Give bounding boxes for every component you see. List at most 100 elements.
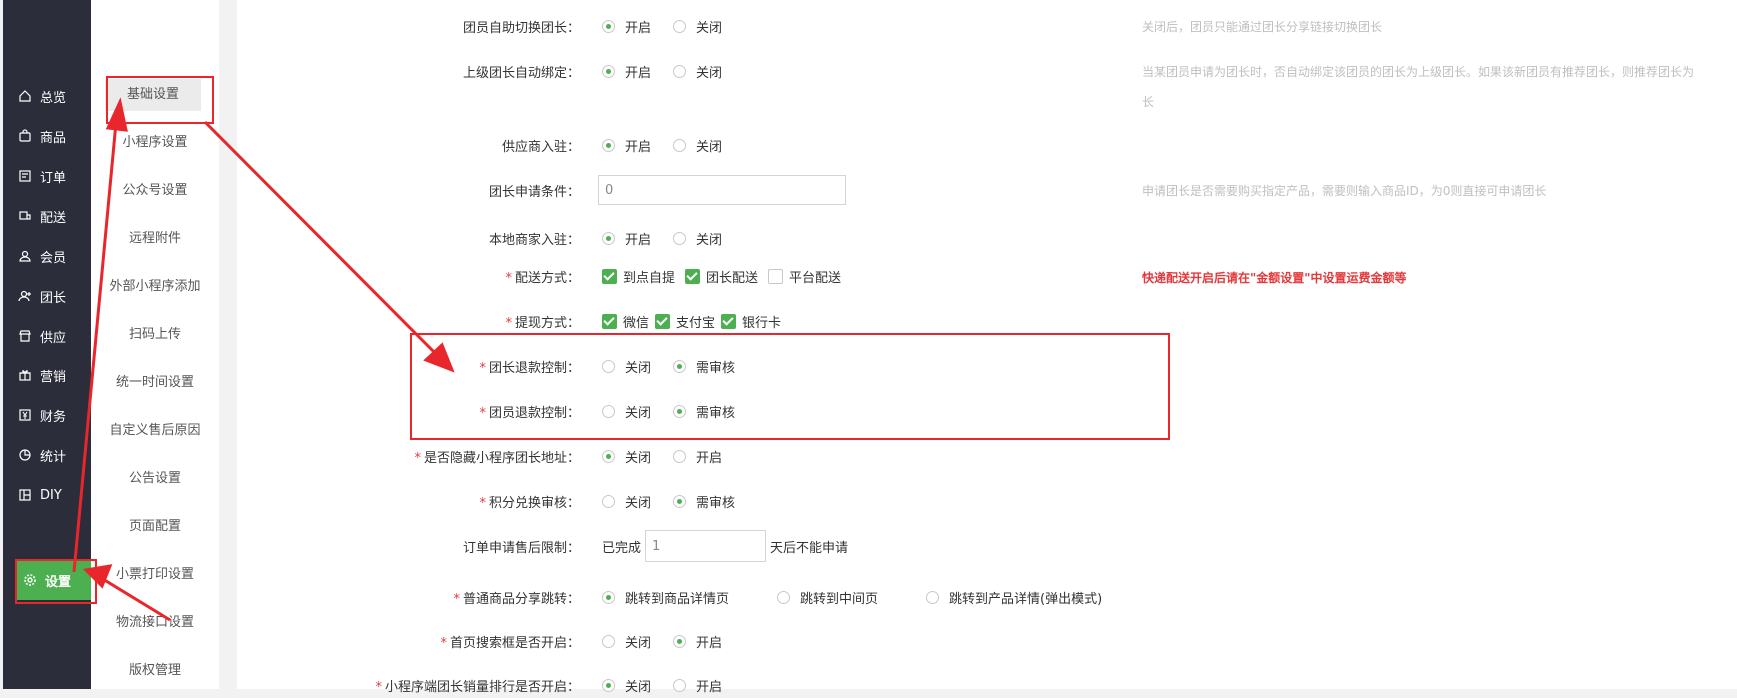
radio-on[interactable] — [602, 64, 615, 78]
nav-item-members[interactable]: 会员 — [18, 244, 66, 268]
nav-item-marketing[interactable]: 营销 — [18, 363, 66, 387]
radio-off[interactable] — [673, 231, 687, 245]
radio-on[interactable] — [602, 19, 615, 33]
subnav-scan-upload[interactable]: 扫码上传 — [91, 325, 219, 345]
subnav-time-settings[interactable]: 统一时间设置 — [91, 373, 219, 393]
radio-group: 开启 关闭 — [602, 229, 744, 248]
checkbox-unchecked[interactable] — [768, 268, 784, 284]
input-wrap: 已完成 天后不能申请 — [602, 530, 848, 562]
radio-on[interactable] — [673, 634, 687, 648]
subnav-remote-attachment[interactable]: 远程附件 — [91, 229, 219, 249]
label-text: 配送方式： — [514, 270, 580, 286]
radio-on[interactable] — [602, 590, 615, 604]
nav-label: 财务 — [40, 409, 67, 425]
checkbox-label: 团长配送 — [706, 270, 759, 286]
checkbox-checked[interactable] — [602, 313, 617, 329]
subnav-logistics-api[interactable]: 物流接口设置 — [91, 613, 219, 633]
pie-chart-icon — [18, 448, 32, 462]
checkbox-checked[interactable] — [655, 313, 671, 329]
radio-label: 开启 — [696, 679, 723, 695]
nav-label: 供应 — [40, 330, 67, 346]
radio-on[interactable] — [673, 494, 687, 508]
store-icon — [18, 329, 32, 343]
leader-icon — [18, 289, 32, 303]
radio-off[interactable] — [777, 590, 791, 604]
label-text: 首页搜索框是否开启： — [449, 635, 580, 651]
radio-label: 关闭 — [696, 20, 723, 36]
field-label: * 首页搜索框是否开启： — [237, 632, 580, 651]
subnav-receipt-print[interactable]: 小票打印设置 — [91, 565, 219, 585]
radio-on[interactable] — [602, 231, 615, 245]
radio-on[interactable] — [602, 138, 615, 152]
subnav-page-config[interactable]: 页面配置 — [91, 517, 219, 537]
subnav-notice-settings[interactable]: 公告设置 — [91, 469, 219, 489]
nav-item-delivery[interactable]: 配送 — [18, 204, 66, 228]
radio-label: 跳转到商品详情页 — [625, 591, 730, 607]
label-text: 普通商品分享跳转： — [462, 591, 580, 607]
field-label: 供应商入驻： — [501, 139, 580, 155]
radio-label: 开启 — [625, 139, 652, 155]
annotation-box-settings — [15, 559, 97, 604]
checkbox-checked[interactable] — [602, 268, 617, 284]
radio-off[interactable] — [673, 19, 687, 33]
annotation-box-refund-control — [410, 333, 1170, 440]
apply-condition-input[interactable] — [598, 175, 846, 205]
label-text: 提现方式： — [514, 315, 580, 331]
radio-group: 开启 关闭 — [602, 17, 744, 36]
radio-label: 需审核 — [696, 495, 736, 511]
radio-on[interactable] — [602, 678, 615, 692]
radio-label: 关闭 — [696, 232, 723, 248]
subnav-copyright[interactable]: 版权管理 — [91, 661, 219, 681]
nav-item-leaders[interactable]: 团长 — [18, 284, 66, 308]
nav-label: 会员 — [40, 250, 67, 266]
radio-group: 跳转到商品详情页 跳转到中间页 跳转到产品详情(弹出模式) — [602, 588, 1124, 607]
after-sale-prefix: 已完成 — [602, 540, 642, 556]
radio-off[interactable] — [673, 64, 687, 78]
field-label: * 普通商品分享跳转： — [237, 588, 580, 607]
radio-off[interactable] — [926, 590, 940, 604]
radio-off[interactable] — [673, 138, 687, 152]
gift-icon — [18, 368, 32, 382]
radio-off[interactable] — [602, 494, 615, 508]
required-mark: * — [440, 635, 447, 651]
subnav-miniprogram-settings[interactable]: 小程序设置 — [91, 133, 219, 153]
radio-on[interactable] — [602, 449, 615, 463]
nav-item-finance[interactable]: 财务 — [18, 403, 66, 427]
nav-label: 总览 — [40, 90, 67, 106]
nav-item-goods[interactable]: 商品 — [18, 124, 66, 148]
checkbox-label: 平台配送 — [789, 270, 842, 286]
checkbox-checked[interactable] — [685, 268, 701, 284]
field-label: * 配送方式： — [237, 267, 580, 286]
checkbox-checked[interactable] — [721, 313, 737, 329]
radio-label: 开启 — [696, 450, 723, 466]
subnav-official-account-settings[interactable]: 公众号设置 — [91, 181, 219, 201]
nav-item-supply[interactable]: 供应 — [18, 324, 66, 348]
after-sale-days-input[interactable] — [645, 530, 767, 562]
nav-label: 商品 — [40, 130, 67, 146]
radio-group: 开启 关闭 — [602, 136, 744, 155]
nav-label: 订单 — [40, 170, 67, 186]
required-mark: * — [414, 450, 421, 466]
nav-item-orders[interactable]: 订单 — [18, 164, 66, 188]
radio-label: 开启 — [696, 635, 723, 651]
finance-icon — [18, 408, 32, 422]
after-sale-suffix: 天后不能申请 — [770, 540, 849, 556]
radio-off[interactable] — [602, 634, 615, 648]
radio-off[interactable] — [673, 678, 687, 692]
radio-off[interactable] — [673, 449, 687, 463]
subnav-external-miniprogram[interactable]: 外部小程序添加 — [91, 277, 219, 297]
radio-group: 关闭 开启 — [602, 676, 744, 695]
form-row-after-sale: 订单申请售后限制： 已完成 天后不能申请 — [237, 530, 1737, 562]
field-label: * 提现方式： — [237, 312, 580, 331]
home-icon — [18, 89, 32, 103]
nav-item-statistics[interactable]: 统计 — [18, 443, 66, 467]
required-mark: * — [453, 591, 460, 607]
form-row-supplier: 供应商入驻： 开启 关闭 — [237, 132, 1737, 158]
required-mark: * — [479, 495, 486, 511]
radio-label: 关闭 — [625, 450, 652, 466]
user-icon — [18, 249, 32, 263]
form-row-delivery: * 配送方式： 到点自提 团长配送 平台配送 快递配送开启后请在"金额设置"中设置… — [237, 263, 1737, 289]
subnav-aftersale-reasons[interactable]: 自定义售后原因 — [91, 421, 219, 441]
nav-item-overview[interactable]: 总览 — [18, 84, 66, 108]
nav-item-diy[interactable]: DIY — [18, 483, 62, 507]
